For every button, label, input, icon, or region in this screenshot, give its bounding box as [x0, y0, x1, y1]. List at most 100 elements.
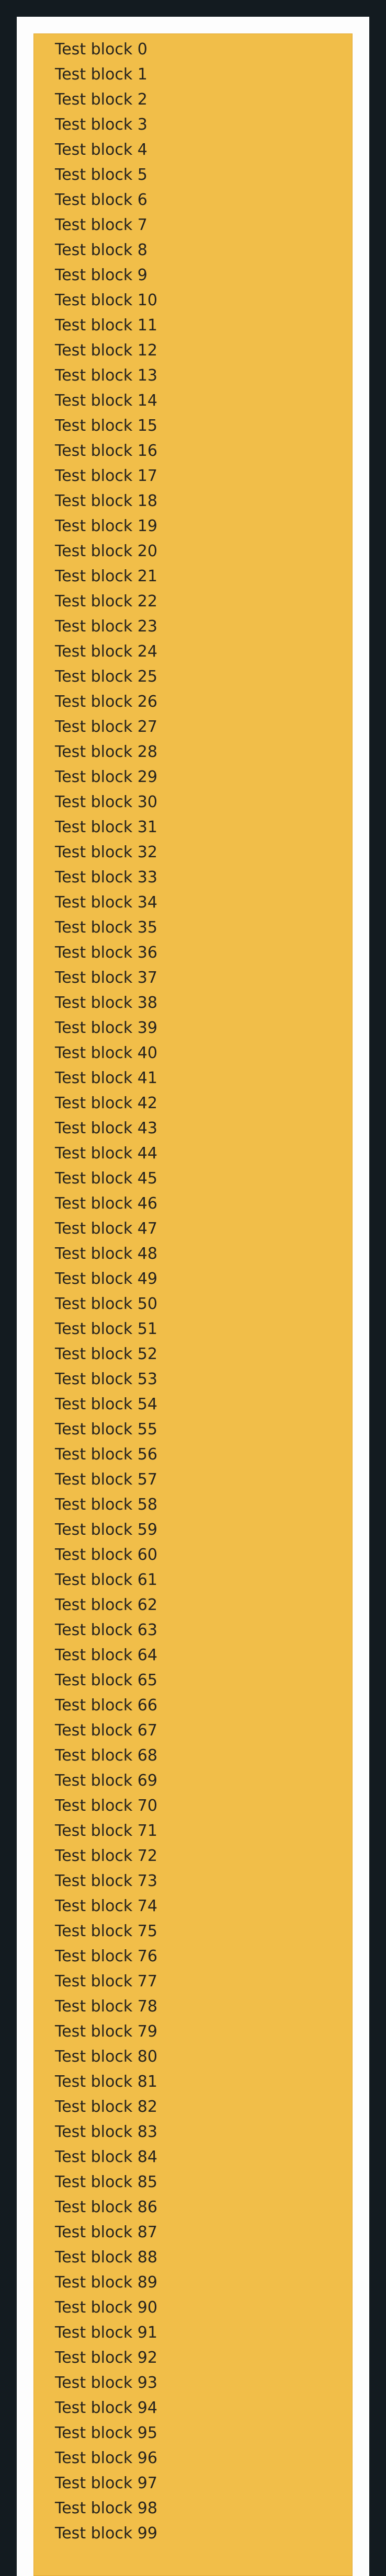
outer-frame: Test block 0 Test block 1 Test block 2 Test…	[17, 17, 369, 2576]
list-item: Test block 93	[55, 2374, 157, 2392]
list-item: Test block 57	[55, 1470, 157, 1489]
list-item: Test block 66	[55, 1696, 157, 1715]
list-item: Test block 83	[55, 2123, 157, 2141]
list-item: Test block 64	[55, 1646, 157, 1664]
list-item: Test block 33	[55, 868, 157, 887]
list-item: Test block 34	[55, 893, 157, 912]
list-item: Test block 40	[55, 1044, 157, 1062]
list-item: Test block 0	[55, 40, 147, 59]
list-item: Test block 7	[55, 216, 147, 234]
list-item: Test block 97	[55, 2474, 157, 2492]
list-item: Test block 75	[55, 1922, 157, 1940]
list-item: Test block 80	[55, 2048, 157, 2066]
list-item: Test block 26	[55, 693, 157, 711]
list-item: Test block 72	[55, 1847, 157, 1865]
scroll-panel: Test block 0 Test block 1 Test block 2 Test…	[33, 33, 353, 2576]
list-item: Test block 36	[55, 944, 157, 962]
list-item: Test block 44	[55, 1144, 157, 1163]
list-item: Test block 6	[55, 191, 147, 209]
list-item: Test block 48	[55, 1245, 157, 1263]
list-item: Test block 78	[55, 1997, 157, 2016]
list-item: Test block 65	[55, 1671, 157, 1689]
list-item: Test block 86	[55, 2198, 157, 2216]
list-item: Test block 58	[55, 1496, 157, 1514]
list-item: Test block 91	[55, 2324, 157, 2342]
list-item: Test block 23	[55, 617, 157, 636]
list-item: Test block 31	[55, 818, 157, 836]
list-item: Test block 15	[55, 417, 157, 435]
list-item: Test block 56	[55, 1445, 157, 1464]
list-item: Test block 18	[55, 492, 157, 510]
list-item: Test block 43	[55, 1119, 157, 1137]
list-item: Test block 55	[55, 1420, 157, 1439]
list-item: Test block 73	[55, 1872, 157, 1890]
list-item: Test block 62	[55, 1596, 157, 1614]
list-item: Test block 59	[55, 1521, 157, 1539]
list-item: Test block 20	[55, 542, 157, 560]
list-item: Test block 98	[55, 2499, 157, 2517]
list-item: Test block 74	[55, 1897, 157, 1915]
list-item: Test block 9	[55, 266, 147, 284]
list-item: Test block 54	[55, 1395, 157, 1413]
list-item: Test block 8	[55, 241, 147, 259]
list-item: Test block 88	[55, 2248, 157, 2267]
list-item: Test block 22	[55, 592, 157, 611]
list-item: Test block 42	[55, 1094, 157, 1112]
list-item: Test block 37	[55, 969, 157, 987]
list-item: Test block 84	[55, 2148, 157, 2166]
list-item: Test block 14	[55, 392, 157, 410]
list-item: Test block 61	[55, 1571, 157, 1589]
list-item: Test block 29	[55, 768, 157, 786]
list-item: Test block 21	[55, 567, 157, 585]
list-item: Test block 87	[55, 2223, 157, 2241]
block-list: Test block 0 Test block 1 Test block 2 Test…	[34, 34, 352, 2546]
list-item: Test block 35	[55, 918, 157, 937]
list-item: Test block 25	[55, 668, 157, 686]
list-item: Test block 28	[55, 743, 157, 761]
list-item: Test block 13	[55, 366, 157, 385]
list-item: Test block 76	[55, 1947, 157, 1965]
list-item: Test block 30	[55, 793, 157, 811]
list-item: Test block 19	[55, 517, 157, 535]
list-item: Test block 99	[55, 2524, 157, 2543]
list-item: Test block 27	[55, 718, 157, 736]
list-item: Test block 69	[55, 1772, 157, 1790]
list-item: Test block 4	[55, 141, 147, 159]
list-item: Test block 95	[55, 2424, 157, 2442]
list-item: Test block 38	[55, 994, 157, 1012]
list-item: Test block 5	[55, 166, 147, 184]
list-item: Test block 79	[55, 2022, 157, 2041]
list-item: Test block 67	[55, 1721, 157, 1740]
list-item: Test block 17	[55, 467, 157, 485]
list-item: Test block 70	[55, 1797, 157, 1815]
list-item: Test block 63	[55, 1621, 157, 1639]
list-item: Test block 41	[55, 1069, 157, 1087]
list-item: Test block 39	[55, 1019, 157, 1037]
list-item: Test block 11	[55, 316, 157, 335]
list-item: Test block 68	[55, 1746, 157, 1765]
list-item: Test block 3	[55, 116, 147, 134]
list-item: Test block 46	[55, 1194, 157, 1213]
list-item: Test block 90	[55, 2298, 157, 2317]
list-item: Test block 50	[55, 1295, 157, 1313]
list-item: Test block 51	[55, 1320, 157, 1338]
list-item: Test block 32	[55, 843, 157, 861]
list-item: Test block 45	[55, 1169, 157, 1188]
list-item: Test block 2	[55, 90, 147, 109]
list-item: Test block 77	[55, 1972, 157, 1991]
list-item: Test block 81	[55, 2073, 157, 2091]
list-item: Test block 1	[55, 65, 147, 84]
list-item: Test block 52	[55, 1345, 157, 1363]
list-item: Test block 89	[55, 2273, 157, 2292]
list-item: Test block 82	[55, 2098, 157, 2116]
list-item: Test block 49	[55, 1270, 157, 1288]
list-item: Test block 71	[55, 1822, 157, 1840]
list-item: Test block 47	[55, 1220, 157, 1238]
list-item: Test block 10	[55, 291, 157, 309]
list-item: Test block 16	[55, 442, 157, 460]
list-item: Test block 85	[55, 2173, 157, 2191]
list-item: Test block 96	[55, 2449, 157, 2467]
list-item: Test block 53	[55, 1370, 157, 1388]
list-item: Test block 60	[55, 1546, 157, 1564]
list-item: Test block 12	[55, 341, 157, 360]
